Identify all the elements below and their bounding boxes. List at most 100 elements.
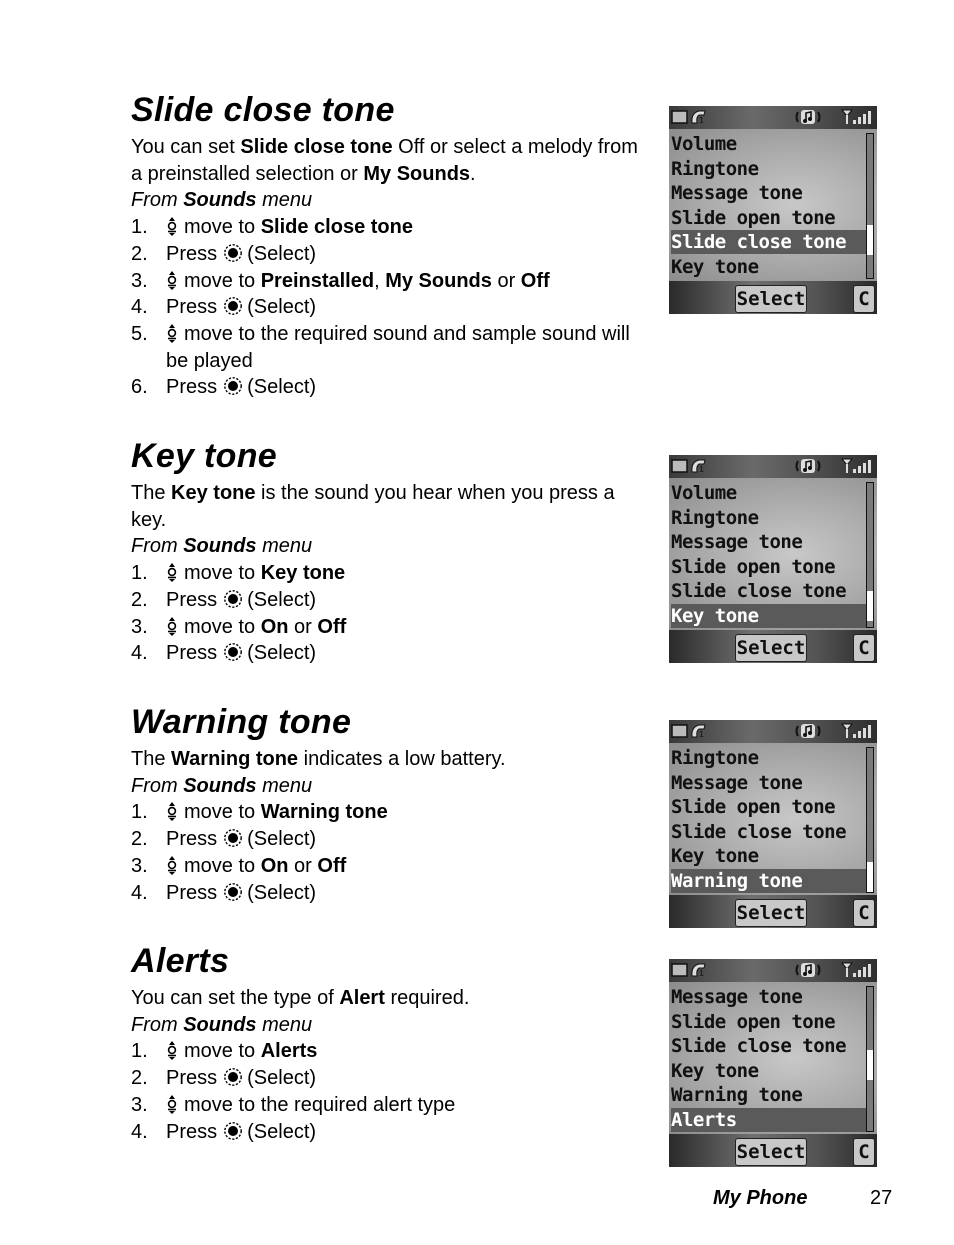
text-run: move to xyxy=(184,562,261,585)
menu-item[interactable]: Slide close tone xyxy=(671,820,866,844)
select-softkey[interactable]: Select xyxy=(735,1138,807,1166)
ringer-music-icon xyxy=(795,110,821,124)
menu-item[interactable]: Message tone xyxy=(671,530,866,554)
menu-path: From Sounds menu xyxy=(131,533,651,560)
step-number: 3. xyxy=(131,854,148,877)
battery-icon xyxy=(671,963,688,977)
scrollbar[interactable] xyxy=(866,482,874,628)
steps-list: 1. move to Slide close tone 2. Press (Select… xyxy=(131,214,651,401)
select-softkey[interactable]: Select xyxy=(735,634,807,662)
menu-name: Sounds xyxy=(183,189,257,212)
status-bar: 1 xyxy=(669,959,877,982)
scrollbar[interactable] xyxy=(866,986,874,1132)
step-item: 1. move to Alerts xyxy=(131,1038,651,1065)
menu-item[interactable]: Key tone xyxy=(671,1059,866,1083)
step-verb: Press xyxy=(166,881,218,904)
scrollbar-thumb[interactable] xyxy=(867,1050,873,1080)
menu-item[interactable]: Slide close tone xyxy=(671,230,866,254)
select-key-icon xyxy=(223,589,243,609)
step-number: 2. xyxy=(131,588,148,611)
navigation-key-icon xyxy=(166,216,178,237)
menu-name: Sounds xyxy=(183,1013,257,1036)
clear-softkey[interactable]: C xyxy=(853,285,875,313)
section-alerts: Alerts You can set the type of Alert requ… xyxy=(131,941,651,1145)
menu-item[interactable]: Ringtone xyxy=(671,506,866,530)
text-run: (Select) xyxy=(247,881,317,904)
menu-item[interactable]: Warning tone xyxy=(671,1083,866,1107)
step-number: 5. xyxy=(131,322,148,345)
menu-path-prefix: From xyxy=(131,535,184,558)
select-softkey[interactable]: Select xyxy=(735,899,807,927)
menu-item[interactable]: Message tone xyxy=(671,771,866,795)
scrollbar-thumb[interactable] xyxy=(867,591,873,621)
scrollbar-thumb[interactable] xyxy=(867,225,873,255)
menu-item[interactable]: Ringtone xyxy=(671,157,866,181)
menu-item[interactable]: Slide open tone xyxy=(671,795,866,819)
menu-item[interactable]: Slide open tone xyxy=(671,555,866,579)
text-run: (Select) xyxy=(247,242,317,265)
step-item: 3. move to Preinstalled, My Sounds or Off xyxy=(131,268,651,295)
menu-item[interactable]: Message tone xyxy=(671,985,866,1009)
clear-softkey[interactable]: C xyxy=(853,1138,875,1166)
step-number: 4. xyxy=(131,1120,148,1143)
scrollbar-thumb[interactable] xyxy=(867,862,873,892)
step-number: 1. xyxy=(131,1040,148,1063)
step-number: 6. xyxy=(131,376,148,399)
menu-item[interactable]: Slide open tone xyxy=(671,206,866,230)
text-run: You can set xyxy=(131,136,241,158)
signal-strength-icon xyxy=(841,723,871,738)
text-run: (Select) xyxy=(247,642,317,665)
line1-icon: 1 xyxy=(691,459,706,474)
phone-screenshot: 1 Volume Ringtone Message tone Slide open to… xyxy=(669,455,877,663)
text-run: indicates a low battery. xyxy=(298,748,506,770)
step-number: 2. xyxy=(131,242,148,265)
menu-path-prefix: From xyxy=(131,1013,184,1036)
menu-item[interactable]: Slide open tone xyxy=(671,1010,866,1034)
select-softkey[interactable]: Select xyxy=(735,285,807,313)
step-verb: Press xyxy=(166,1120,218,1143)
menu-item[interactable]: Key tone xyxy=(671,844,866,868)
menu-path-suffix: menu xyxy=(256,189,313,212)
menu-path-prefix: From xyxy=(131,774,184,797)
bold-term: Key tone xyxy=(171,482,256,504)
bold-term: Off xyxy=(317,615,347,638)
text-run: move to xyxy=(184,1040,261,1063)
step-item: 2. Press (Select) xyxy=(131,587,651,614)
navigation-key-icon xyxy=(166,323,178,343)
text-run: move to xyxy=(184,615,261,638)
menu-item[interactable]: Warning tone xyxy=(671,868,866,893)
menu-path-prefix: From xyxy=(131,189,184,212)
bold-term: On xyxy=(260,615,289,638)
menu-item[interactable]: Key tone xyxy=(671,255,866,279)
menu-path: From Sounds menu xyxy=(131,187,651,214)
clear-softkey[interactable]: C xyxy=(853,634,875,662)
menu-item[interactable]: Slide close tone xyxy=(671,1034,866,1058)
scrollbar[interactable] xyxy=(866,747,874,893)
status-bar: 1 xyxy=(669,720,877,743)
menu-item[interactable]: Alerts xyxy=(671,1107,866,1132)
softkey-bar: Select C xyxy=(669,630,877,663)
text-run: (Select) xyxy=(247,296,317,319)
menu-item[interactable]: Slide close tone xyxy=(671,579,866,603)
menu-name: Sounds xyxy=(183,774,257,797)
step-verb: Press xyxy=(166,376,218,399)
menu-item[interactable]: Volume xyxy=(671,132,866,156)
bold-term: Preinstalled xyxy=(260,269,375,292)
page-number: 27 xyxy=(870,1187,893,1209)
navigation-key-icon xyxy=(166,616,178,636)
scrollbar[interactable] xyxy=(866,133,874,279)
step-item: 1. move to Key tone xyxy=(131,560,651,587)
menu-item[interactable]: Ringtone xyxy=(671,746,866,770)
section-key-tone: Key tone The Key tone is the sound you he… xyxy=(131,436,651,667)
menu-item[interactable]: Volume xyxy=(671,481,866,505)
menu-item[interactable]: Message tone xyxy=(671,181,866,205)
menu-item[interactable]: Key tone xyxy=(671,603,866,628)
select-key-icon xyxy=(223,828,243,848)
clear-softkey[interactable]: C xyxy=(853,899,875,927)
text-run: move to xyxy=(184,801,261,824)
bold-term: Warning tone xyxy=(260,801,388,824)
text-run: , xyxy=(374,269,386,292)
menu-path-suffix: menu xyxy=(256,1013,313,1036)
text-run: . xyxy=(470,162,476,185)
menu-path: From Sounds menu xyxy=(131,1012,651,1039)
